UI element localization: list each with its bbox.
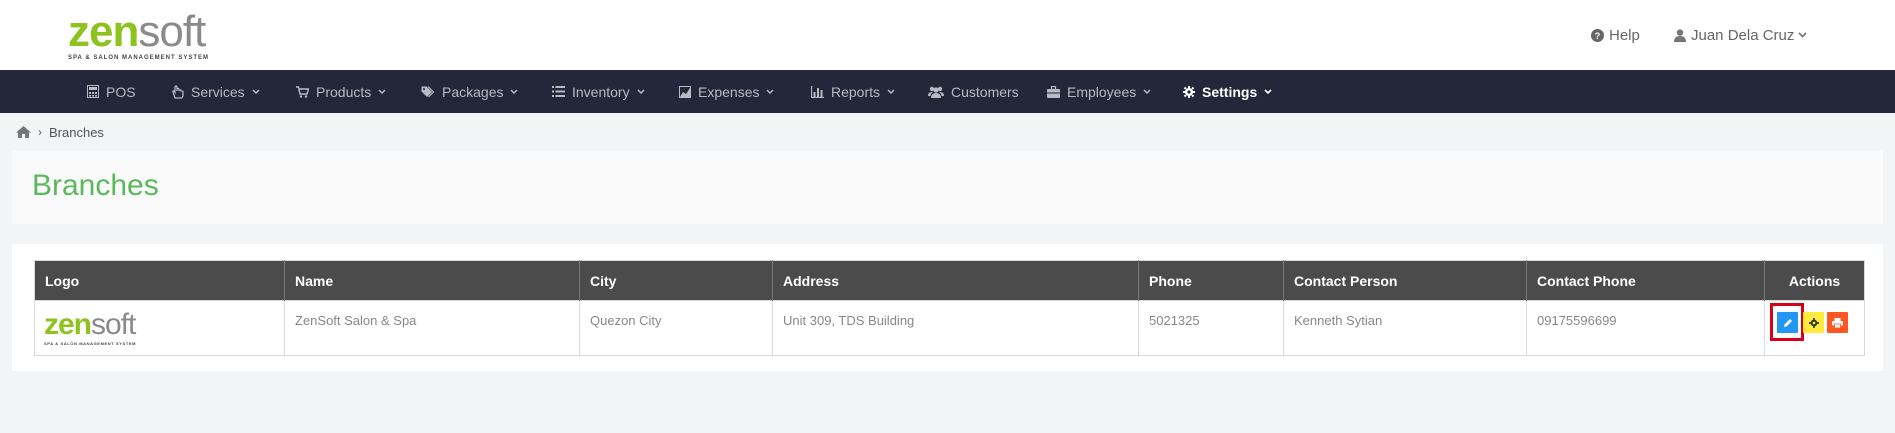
nav-item-employees[interactable]: Employees <box>1047 70 1151 113</box>
table-row: ZenSoft Salon & Spa Quezon City Unit 309… <box>34 300 1865 356</box>
nav-item-expenses[interactable]: Expenses <box>679 70 775 113</box>
print-icon <box>1832 317 1843 328</box>
nav-item-services[interactable]: Services <box>171 70 260 113</box>
nav-label-settings: Settings <box>1202 83 1258 100</box>
nav-item-packages[interactable]: Packages <box>421 70 519 113</box>
hand-icon <box>172 84 184 99</box>
calculator-icon <box>87 85 99 98</box>
nav-label-services: Services <box>191 83 245 100</box>
column-header-name[interactable]: Name <box>284 260 580 301</box>
branch-logo: zensoft SPA & SALON MANAGEMENT SYSTEM <box>44 308 137 347</box>
chevron-down-icon <box>637 89 645 94</box>
chevron-down-icon <box>766 89 775 94</box>
nav-label-employees: Employees <box>1067 83 1137 100</box>
chevron-down-icon <box>510 89 519 94</box>
home-icon[interactable] <box>16 126 31 138</box>
branch-settings-button[interactable] <box>1803 312 1824 333</box>
nav-label-packages: Packages <box>442 83 504 100</box>
table-header-row: Logo Name City Address Phone Contact Per… <box>34 260 1865 301</box>
user-icon <box>1674 28 1686 42</box>
nav-label-pos: POS <box>106 83 136 100</box>
nav-item-settings[interactable]: Settings <box>1183 70 1272 113</box>
cart-icon <box>296 85 309 98</box>
branch-logo-word-zen: zen <box>44 308 92 341</box>
help-label: Help <box>1609 26 1640 44</box>
chevron-down-icon <box>378 89 386 94</box>
chevron-down-icon <box>252 89 260 94</box>
user-menu[interactable]: Juan Dela Cruz <box>1674 24 1807 46</box>
nav-label-expenses: Expenses <box>698 83 760 100</box>
app-logo[interactable]: zensoft SPA & SALON MANAGEMENT SYSTEM <box>68 7 210 62</box>
bar-chart-icon <box>811 85 824 98</box>
branches-table: Logo Name City Address Phone Contact Per… <box>34 260 1865 356</box>
column-header-contact-phone[interactable]: Contact Phone <box>1526 260 1765 301</box>
chevron-down-icon <box>887 89 895 94</box>
main-nav: POS Services Products Packages Inventory… <box>0 70 1895 113</box>
nav-label-reports: Reports <box>831 83 881 100</box>
column-header-contact-person[interactable]: Contact Person <box>1283 260 1527 301</box>
breadcrumb-separator: › <box>38 125 42 139</box>
breadcrumb: › Branches <box>16 123 104 141</box>
user-name: Juan Dela Cruz <box>1691 26 1795 44</box>
column-header-address[interactable]: Address <box>772 260 1139 301</box>
title-panel: Branches <box>12 151 1883 224</box>
column-header-actions: Actions <box>1764 260 1865 301</box>
pencil-icon <box>1783 318 1792 327</box>
logo-word-soft: soft <box>138 7 206 56</box>
briefcase-icon <box>1047 85 1060 98</box>
tags-icon <box>421 85 435 97</box>
chevron-down-icon <box>1798 32 1807 38</box>
logo-tagline: SPA & SALON MANAGEMENT SYSTEM <box>68 55 210 61</box>
nav-label-customers: Customers <box>951 83 1019 100</box>
nav-item-pos[interactable]: POS <box>87 70 136 113</box>
chart-area-icon <box>679 85 691 98</box>
nav-label-inventory: Inventory <box>572 83 630 100</box>
list-icon <box>552 86 565 97</box>
top-header: zensoft SPA & SALON MANAGEMENT SYSTEM ? … <box>0 0 1895 70</box>
branch-logo-tagline: SPA & SALON MANAGEMENT SYSTEM <box>44 341 137 346</box>
nav-item-customers[interactable]: Customers <box>928 70 1019 113</box>
chevron-down-icon <box>1264 89 1272 94</box>
users-icon <box>928 86 944 98</box>
logo-word-zen: zen <box>68 7 139 56</box>
help-link[interactable]: ? Help <box>1591 24 1640 46</box>
cell-phone: 5021325 <box>1138 300 1284 356</box>
nav-item-inventory[interactable]: Inventory <box>552 70 645 113</box>
edit-button[interactable] <box>1777 312 1798 333</box>
cell-address: Unit 309, TDS Building <box>772 300 1139 356</box>
nav-label-products: Products <box>316 83 372 100</box>
branches-table-panel: Logo Name City Address Phone Contact Per… <box>12 244 1883 371</box>
svg-text:?: ? <box>1595 31 1601 41</box>
gear-icon <box>1183 85 1195 98</box>
cell-name: ZenSoft Salon & Spa <box>284 300 580 356</box>
nav-item-products[interactable]: Products <box>296 70 386 113</box>
question-circle-icon: ? <box>1591 28 1604 42</box>
cell-city: Quezon City <box>579 300 773 356</box>
breadcrumb-current: Branches <box>49 124 104 140</box>
page-title: Branches <box>32 169 159 202</box>
column-header-phone[interactable]: Phone <box>1138 260 1284 301</box>
print-button[interactable] <box>1827 312 1848 333</box>
column-header-city[interactable]: City <box>579 260 773 301</box>
chevron-down-icon <box>1143 89 1151 94</box>
column-header-logo[interactable]: Logo <box>34 260 285 301</box>
branch-logo-word-soft: soft <box>91 308 136 341</box>
cell-contact-person: Kenneth Sytian <box>1283 300 1527 356</box>
cell-contact-phone: 09175596699 <box>1526 300 1765 356</box>
gear-icon <box>1808 317 1819 328</box>
nav-item-reports[interactable]: Reports <box>811 70 895 113</box>
